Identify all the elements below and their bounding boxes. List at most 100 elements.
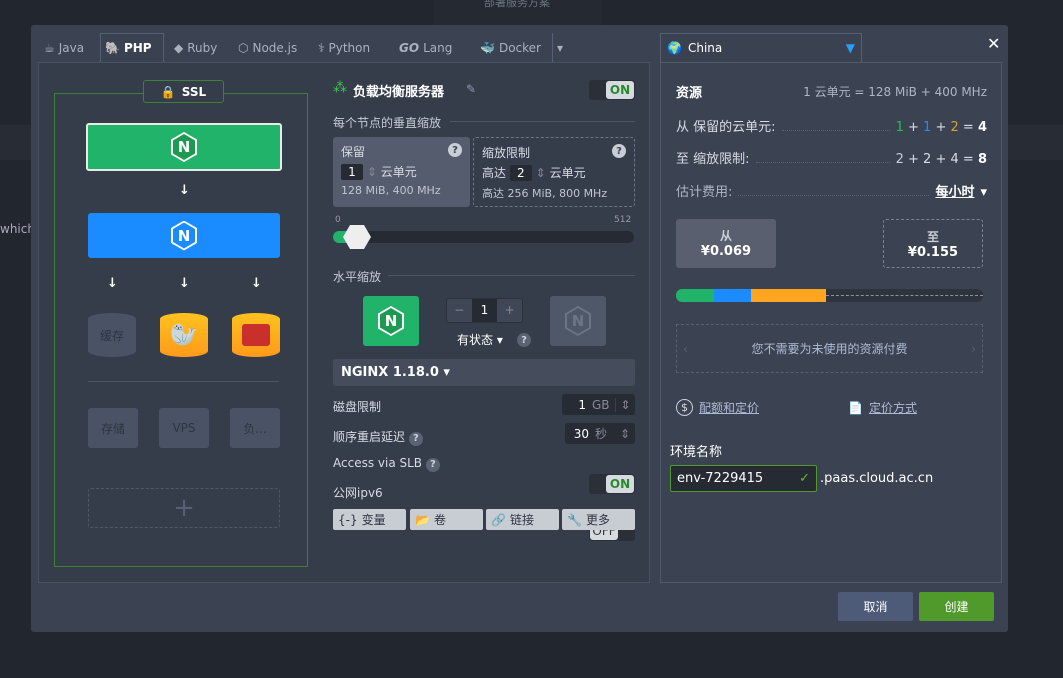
caret-down-icon: ▼ (845, 41, 855, 55)
period-dropdown[interactable]: 每小时 (935, 181, 974, 200)
unit-definition: 1 云单元 = 128 MiB + 400 MHz (803, 85, 987, 99)
background-text: which (0, 222, 35, 236)
env-name-label: 环境名称 (670, 445, 723, 460)
spinner-icon: ⇕ (619, 426, 631, 441)
mariadb-node[interactable]: 🦭 (160, 313, 208, 357)
redis-node[interactable] (232, 313, 280, 357)
tab-docker[interactable]: 🐳 Docker (476, 33, 545, 62)
cache-node[interactable]: 缓存 (88, 313, 136, 357)
tab-java[interactable]: ☕ Java (40, 33, 88, 62)
quota-link[interactable]: $ 配额和定价 (676, 399, 759, 416)
arrow-down-icon: ↓ (107, 276, 118, 291)
node-count-stepper[interactable]: − 1 + (446, 298, 523, 323)
wrench-icon: 🔧 (567, 512, 582, 527)
cancel-button[interactable]: 取消 (838, 592, 913, 621)
inactive-node-icon: N (550, 296, 606, 346)
reserved-spec: 128 MiB, 400 MHz (341, 184, 441, 197)
help-icon[interactable]: ? (448, 143, 462, 157)
storage-button[interactable]: 存储 (88, 408, 138, 448)
nginx-icon: N (378, 306, 404, 336)
restart-delay-input[interactable]: 30 秒 ⇕ (565, 423, 635, 444)
increment-button[interactable]: + (497, 299, 522, 322)
active-node-icon: N (363, 296, 419, 346)
info-note: 您不需要为未使用的资源付费 (751, 342, 908, 356)
docker-icon: 🐳 (480, 40, 495, 55)
cost-bar (676, 289, 983, 302)
spinner-icon[interactable]: ⇕ (367, 165, 377, 179)
app-server-node[interactable]: N (88, 213, 280, 258)
node-toggle[interactable]: ON (589, 80, 635, 100)
nginx-icon: N (171, 132, 197, 162)
background-top-text: 部署服务方案 (484, 0, 550, 9)
limit-input[interactable]: 2 (509, 165, 532, 181)
check-icon: ✓ (799, 471, 810, 486)
stateful-dropdown[interactable]: 有状态 ▾ (457, 331, 503, 348)
node-count[interactable]: 1 (471, 299, 498, 322)
close-icon[interactable]: ✕ (987, 34, 1000, 53)
java-icon: ☕ (44, 40, 55, 55)
ruby-icon: ◆ (174, 40, 184, 55)
add-node-button[interactable]: + (88, 488, 280, 528)
min-price-box: 从 ¥0.069 (676, 219, 776, 268)
version-dropdown[interactable]: NGINX 1.18.0 ▾ (333, 359, 635, 386)
load-balancer-icon: ⁂ (333, 80, 347, 96)
tab-nodejs[interactable]: ⬡ Node.js (234, 33, 301, 62)
ssl-button[interactable]: 🔒 SSL (143, 80, 224, 103)
nginx-icon: N (171, 220, 197, 251)
disk-limit-label: 磁盘限制 (333, 400, 382, 414)
ipv6-label: 公网ipv6 (333, 486, 383, 500)
vertical-scaling-title: 每个节点的垂直缩放 (333, 116, 442, 130)
php-elephant-icon: 🐘 (105, 41, 120, 55)
unit-label: 云单元 (549, 166, 586, 180)
chevron-left-icon[interactable]: ‹ (683, 342, 688, 356)
lock-icon: 🔒 (160, 84, 176, 99)
more-button[interactable]: 🔧 更多 (562, 509, 635, 530)
links-button[interactable]: 🔗 链接 (486, 509, 559, 530)
env-name-input[interactable]: env-7229415 ✓ (670, 465, 817, 492)
chevron-right-icon[interactable]: › (971, 342, 976, 356)
decrement-button[interactable]: − (447, 299, 472, 322)
braces-icon: {-} (338, 512, 358, 527)
slb-toggle[interactable]: ON (589, 474, 635, 494)
tab-go[interactable]: GO Lang (395, 33, 456, 62)
spinner-icon[interactable]: ⇕ (536, 166, 546, 180)
edit-pencil-icon[interactable]: ✎ (466, 82, 476, 96)
max-price-box: 至 ¥0.155 (883, 219, 983, 268)
load-balancer-node[interactable]: N (86, 123, 282, 171)
limit-spec: 256 MiB, 800 MHz (507, 187, 608, 200)
region-select[interactable]: 🌍 China ▼ (660, 33, 862, 62)
create-button[interactable]: 创建 (919, 592, 994, 621)
reserved-title: 保留 (341, 145, 366, 159)
tab-ruby[interactable]: ◆ Ruby (170, 33, 221, 62)
tab-php[interactable]: 🐘 PHP (100, 33, 164, 62)
python-icon: ⚕ (318, 40, 325, 55)
load-balancer-button[interactable]: 负... (230, 408, 280, 448)
node-title: 负载均衡服务器 (353, 85, 445, 100)
cloudlet-slider[interactable] (333, 231, 634, 243)
reserved-card: 保留? 1 ⇕ 云单元 128 MiB, 400 MHz (333, 137, 470, 207)
limit-title: 缩放限制 (482, 146, 531, 160)
volumes-button[interactable]: 📂 卷 (410, 509, 483, 530)
limit-card: 缩放限制? 高达 2 ⇕ 云单元 高达 256 MiB, 800 MHz (473, 137, 635, 207)
help-icon[interactable]: ? (517, 333, 531, 347)
tab-python[interactable]: ⚕ Python (314, 33, 374, 62)
nodejs-icon: ⬡ (238, 40, 249, 55)
dollar-icon: $ (676, 399, 693, 416)
domain-suffix: .paas.cloud.ac.cn (820, 471, 934, 486)
reserved-row: 从 保留的云单元: 1 + 1 + 2 = 4 (676, 120, 987, 135)
arrow-down-icon: ↓ (179, 276, 190, 291)
variables-button[interactable]: {-} 变量 (333, 509, 406, 530)
unit-label: 云单元 (380, 165, 417, 179)
more-tabs-dropdown[interactable]: ▾ (552, 33, 567, 62)
link-icon: 🔗 (491, 512, 506, 527)
mariadb-seal-icon: 🦭 (170, 322, 198, 348)
vps-button[interactable]: VPS (159, 408, 209, 448)
help-icon[interactable]: ? (612, 144, 626, 158)
bar-segment-reserved-1 (676, 289, 714, 302)
document-icon: 📄 (848, 400, 863, 415)
slider-max: 512 (614, 215, 632, 225)
disk-limit-input[interactable]: 1 GB ⇕ (562, 394, 635, 415)
reserved-input[interactable]: 1 (341, 164, 363, 180)
restart-delay-label: 顺序重启延迟 ? (333, 428, 423, 446)
pricing-link[interactable]: 📄 定价方式 (848, 399, 917, 416)
